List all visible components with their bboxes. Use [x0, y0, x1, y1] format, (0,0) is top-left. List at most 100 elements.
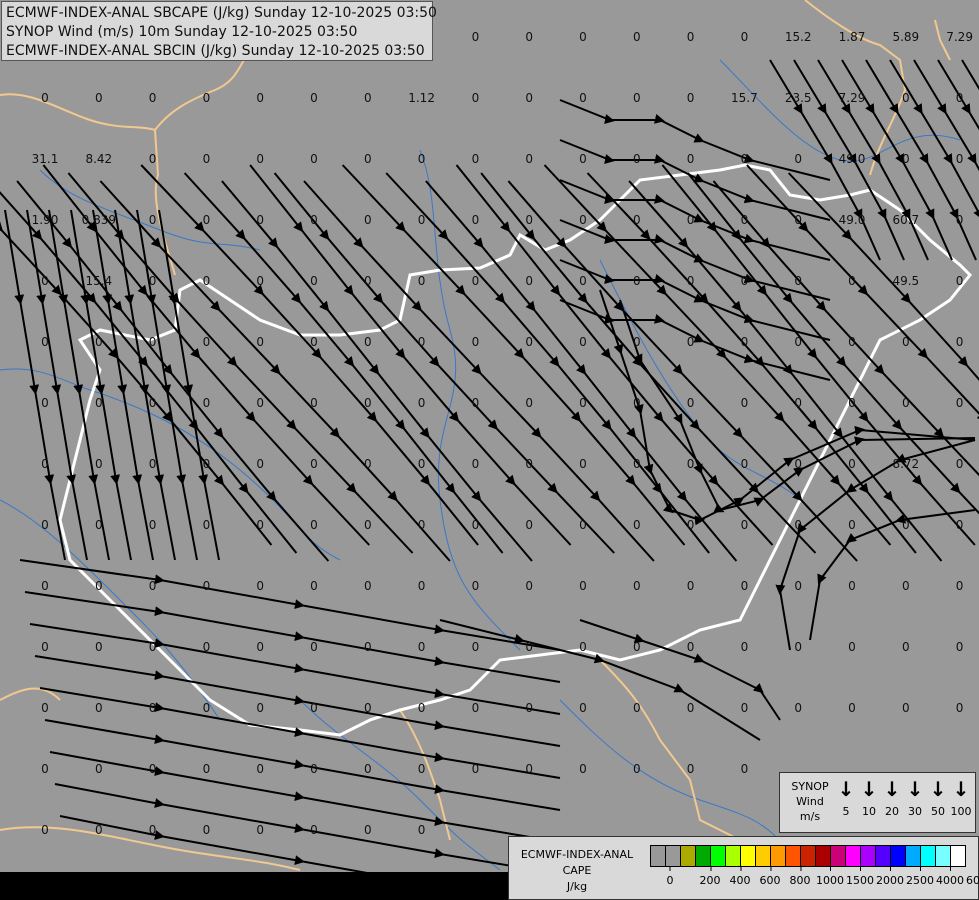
cape-value-label: 0	[94, 762, 103, 776]
cape-tick-text: 2500	[906, 874, 934, 887]
wind-speed-label: 50	[931, 805, 945, 818]
streamline	[455, 164, 774, 546]
cape-value-label: 0	[740, 579, 749, 593]
cape-value-label: 0	[525, 335, 534, 349]
cape-tick-label: 4000	[936, 866, 964, 887]
cape-value-label: 0	[579, 640, 587, 654]
cape-tick-text: 0	[666, 874, 674, 887]
cape-value-label: 0	[525, 457, 534, 471]
cape-value-label: 0	[471, 91, 480, 105]
wind-legend-entry: ↓ 10	[858, 779, 880, 818]
cape-value-label: 0	[686, 701, 695, 715]
cape-value-label: 0	[525, 274, 534, 288]
cape-value-label: 0	[579, 152, 587, 166]
cape-value-label: 0	[310, 518, 318, 532]
cape-color-swatch	[816, 846, 831, 866]
cape-value-label: 0	[471, 213, 480, 227]
cape-tick-label: 800	[789, 866, 811, 887]
cape-color-swatch	[951, 846, 965, 866]
cape-value-label: 0	[525, 91, 534, 105]
cape-value-label: 0	[202, 213, 211, 227]
cape-tick-text: 800	[789, 874, 811, 887]
arrow-down-icon: ↓	[929, 777, 947, 801]
cape-value-label: 0	[417, 335, 426, 349]
cape-color-swatch	[846, 846, 861, 866]
cape-value-label: 0	[363, 640, 372, 654]
cape-value-label: 0	[955, 274, 964, 288]
wind-legend-title-line: m/s	[799, 810, 821, 823]
cape-value-label: 0	[525, 579, 534, 593]
cape-value-label: 0	[794, 579, 803, 593]
cape-value-label: 1.12	[408, 91, 435, 105]
cape-value-label: 0	[417, 457, 426, 471]
cape-value-label: 0	[848, 640, 856, 654]
cape-color-swatch	[891, 846, 906, 866]
cape-value-label: 0	[148, 91, 157, 105]
streamline	[961, 59, 979, 91]
cape-value-label: 0	[310, 823, 318, 837]
map-title-box: ECMWF-INDEX-ANAL SBCAPE (J/kg) Sunday 12…	[1, 1, 437, 61]
cape-value-label: 0	[632, 213, 641, 227]
cape-value-label: 0	[579, 762, 587, 776]
cape-value-label: 0	[525, 640, 534, 654]
cape-value-label: 0	[41, 91, 49, 105]
cape-value-label: 0	[794, 152, 803, 166]
cape-value-label: 0	[740, 701, 749, 715]
cape-value-label: 0	[41, 579, 49, 593]
cape-color-swatch	[786, 846, 801, 866]
cape-value-label: 0	[41, 335, 49, 349]
cape-value-label: 0	[310, 152, 318, 166]
cape-tick-label: 400	[730, 866, 751, 887]
cape-value-label: 0	[202, 457, 211, 471]
cape-value-label: 0	[202, 91, 211, 105]
cape-value-label: 0	[94, 396, 103, 410]
cape-value-label: 0	[417, 640, 426, 654]
cape-legend-title-line: ECMWF-INDEX-ANAL	[520, 848, 634, 861]
cape-value-label: 0	[848, 579, 856, 593]
cape-value-label: 0	[740, 30, 749, 44]
cape-value-label: 0	[848, 701, 856, 715]
cape-value-label: 0	[94, 457, 103, 471]
cape-value-label: 0	[256, 457, 265, 471]
cape-value-label: 0	[471, 457, 480, 471]
cape-color-swatch	[936, 846, 951, 866]
cape-value-label: 0	[41, 823, 49, 837]
cape-value-label: 0	[955, 640, 964, 654]
cape-value-label: 7.29	[946, 30, 973, 44]
cape-value-label: 0	[794, 640, 803, 654]
cape-value-label: 0	[955, 457, 964, 471]
weather-map[interactable]	[0, 0, 979, 900]
cape-color-swatch	[771, 846, 786, 866]
cape-value-label: 0	[848, 457, 856, 471]
cape-tick-label: 1500	[846, 866, 874, 887]
cape-tick-label: 2500	[906, 866, 934, 887]
streamline	[787, 172, 979, 494]
cape-value-label: 0	[148, 152, 157, 166]
cape-value-label: 0	[471, 579, 480, 593]
cape-value-label: 0	[686, 640, 695, 654]
cape-value-label: 0	[202, 640, 211, 654]
cape-value-label: 0	[310, 213, 318, 227]
cape-value-label: 60.7	[892, 213, 920, 227]
cape-value-label: 0	[686, 213, 695, 227]
cape-value-label: 0	[471, 335, 480, 349]
cape-value-label: 0	[417, 762, 426, 776]
cape-color-swatch	[921, 846, 936, 866]
arrow-down-icon: ↓	[906, 777, 924, 801]
wind-speed-label: 20	[885, 805, 899, 818]
cape-value-label: 0	[955, 579, 964, 593]
cape-value-label: 0	[148, 274, 157, 288]
cape-value-label: 0	[955, 213, 964, 227]
wind-legend-title-line: Wind	[796, 795, 824, 808]
cape-value-label: 0	[794, 213, 803, 227]
cape-value-label: 0	[363, 91, 372, 105]
cape-value-label: 0	[686, 396, 695, 410]
cape-value-label: 0	[794, 518, 803, 532]
cape-value-label: 5.89	[892, 30, 920, 44]
cape-value-label: 0	[256, 762, 265, 776]
cape-value-label: 0	[148, 640, 157, 654]
cape-value-label: 0	[525, 701, 534, 715]
cape-tick-label: 0	[666, 866, 674, 887]
cape-value-label: 0	[579, 579, 587, 593]
arrow-down-icon: ↓	[952, 777, 970, 801]
